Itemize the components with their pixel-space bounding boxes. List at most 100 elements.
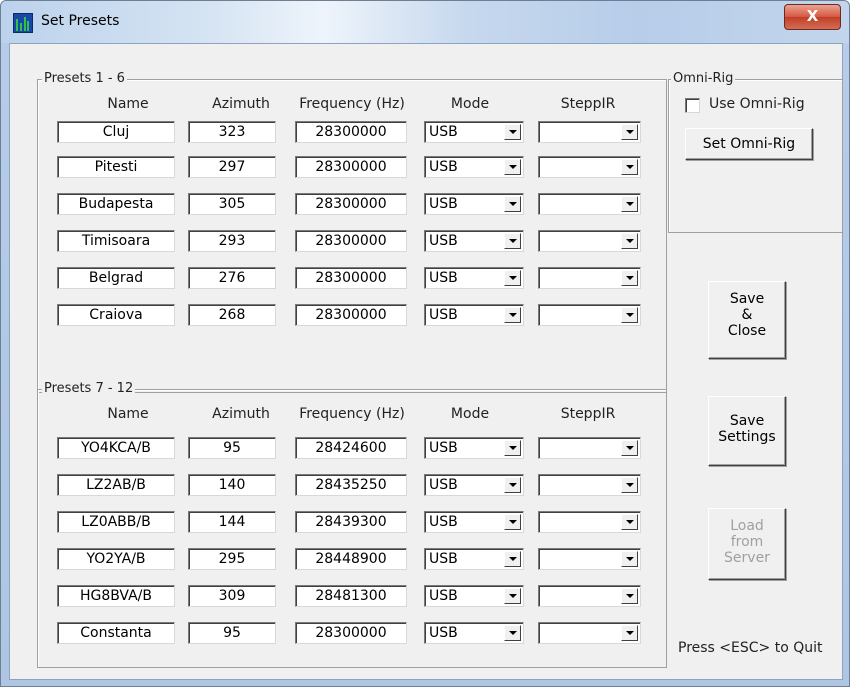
mode-value: USB xyxy=(429,588,458,604)
mode-select[interactable]: USB xyxy=(424,585,524,607)
esc-hint: Press <ESC> to Quit xyxy=(678,640,823,656)
steppir-select[interactable] xyxy=(538,267,641,289)
mode-select[interactable]: USB xyxy=(424,511,524,533)
title-bar[interactable]: Set Presets X xyxy=(1,1,849,43)
steppir-select[interactable] xyxy=(538,230,641,252)
dropdown-arrow-icon[interactable] xyxy=(621,124,638,140)
frequency-input[interactable]: 28300000 xyxy=(295,230,407,252)
steppir-select[interactable] xyxy=(538,622,641,644)
mode-select[interactable]: USB xyxy=(424,548,524,570)
group-title: Presets 7 - 12 xyxy=(42,381,136,396)
azimuth-input[interactable]: 295 xyxy=(188,548,276,570)
steppir-select[interactable] xyxy=(538,511,641,533)
mode-select[interactable]: USB xyxy=(424,474,524,496)
frequency-input[interactable]: 28439300 xyxy=(295,511,407,533)
dropdown-arrow-icon[interactable] xyxy=(504,159,521,175)
name-input[interactable]: LZ2AB/B xyxy=(57,474,175,496)
steppir-select[interactable] xyxy=(538,193,641,215)
mode-select[interactable]: USB xyxy=(424,437,524,459)
dropdown-arrow-icon[interactable] xyxy=(504,233,521,249)
dropdown-arrow-icon[interactable] xyxy=(504,514,521,530)
frequency-input[interactable]: 28424600 xyxy=(295,437,407,459)
mode-select[interactable]: USB xyxy=(424,622,524,644)
mode-select[interactable]: USB xyxy=(424,267,524,289)
mode-select[interactable]: USB xyxy=(424,230,524,252)
azimuth-input[interactable]: 293 xyxy=(188,230,276,252)
azimuth-input[interactable]: 95 xyxy=(188,437,276,459)
dropdown-arrow-icon[interactable] xyxy=(504,477,521,493)
window-title: Set Presets xyxy=(41,13,120,29)
dropdown-arrow-icon[interactable] xyxy=(621,440,638,456)
dropdown-arrow-icon[interactable] xyxy=(504,124,521,140)
mode-select[interactable]: USB xyxy=(424,193,524,215)
name-input[interactable]: Constanta xyxy=(57,622,175,644)
dropdown-arrow-icon[interactable] xyxy=(621,514,638,530)
azimuth-input[interactable]: 144 xyxy=(188,511,276,533)
mode-value: USB xyxy=(429,233,458,249)
mode-value: USB xyxy=(429,514,458,530)
name-input[interactable]: Pitesti xyxy=(57,156,175,178)
dropdown-arrow-icon[interactable] xyxy=(504,625,521,641)
frequency-input[interactable]: 28300000 xyxy=(295,193,407,215)
azimuth-input[interactable]: 297 xyxy=(188,156,276,178)
save-close-button[interactable]: Save & Close xyxy=(708,281,786,359)
mode-value: USB xyxy=(429,440,458,456)
azimuth-input[interactable]: 305 xyxy=(188,193,276,215)
steppir-select[interactable] xyxy=(538,585,641,607)
mode-select[interactable]: USB xyxy=(424,156,524,178)
dropdown-arrow-icon[interactable] xyxy=(621,196,638,212)
name-input[interactable]: Timisoara xyxy=(57,230,175,252)
frequency-input[interactable]: 28300000 xyxy=(295,267,407,289)
name-input[interactable]: Belgrad xyxy=(57,267,175,289)
steppir-select[interactable] xyxy=(538,156,641,178)
steppir-select[interactable] xyxy=(538,548,641,570)
dropdown-arrow-icon[interactable] xyxy=(621,625,638,641)
mode-value: USB xyxy=(429,196,458,212)
frequency-input[interactable]: 28300000 xyxy=(295,622,407,644)
frequency-input[interactable]: 28435250 xyxy=(295,474,407,496)
dropdown-arrow-icon[interactable] xyxy=(621,307,638,323)
use-omni-rig-checkbox[interactable] xyxy=(685,98,700,113)
steppir-select[interactable] xyxy=(538,121,641,143)
name-input[interactable]: Craiova xyxy=(57,304,175,326)
dropdown-arrow-icon[interactable] xyxy=(504,270,521,286)
steppir-select[interactable] xyxy=(538,437,641,459)
dropdown-arrow-icon[interactable] xyxy=(504,551,521,567)
dropdown-arrow-icon[interactable] xyxy=(621,233,638,249)
group-title: Omni-Rig xyxy=(671,71,736,86)
name-input[interactable]: Budapesta xyxy=(57,193,175,215)
frequency-input[interactable]: 28300000 xyxy=(295,156,407,178)
mode-value: USB xyxy=(429,625,458,641)
steppir-select[interactable] xyxy=(538,474,641,496)
dropdown-arrow-icon[interactable] xyxy=(621,159,638,175)
dropdown-arrow-icon[interactable] xyxy=(621,270,638,286)
azimuth-input[interactable]: 95 xyxy=(188,622,276,644)
azimuth-input[interactable]: 323 xyxy=(188,121,276,143)
close-button[interactable]: X xyxy=(784,4,841,30)
dropdown-arrow-icon[interactable] xyxy=(621,551,638,567)
dropdown-arrow-icon[interactable] xyxy=(504,307,521,323)
azimuth-input[interactable]: 140 xyxy=(188,474,276,496)
azimuth-input[interactable]: 276 xyxy=(188,267,276,289)
set-omni-rig-button[interactable]: Set Omni-Rig xyxy=(685,128,813,160)
dropdown-arrow-icon[interactable] xyxy=(504,196,521,212)
frequency-input[interactable]: 28448900 xyxy=(295,548,407,570)
mode-select[interactable]: USB xyxy=(424,304,524,326)
name-input[interactable]: Cluj xyxy=(57,121,175,143)
azimuth-input[interactable]: 268 xyxy=(188,304,276,326)
dropdown-arrow-icon[interactable] xyxy=(504,440,521,456)
steppir-select[interactable] xyxy=(538,304,641,326)
frequency-input[interactable]: 28300000 xyxy=(295,121,407,143)
frequency-input[interactable]: 28300000 xyxy=(295,304,407,326)
name-input[interactable]: YO4KCA/B xyxy=(57,437,175,459)
azimuth-input[interactable]: 309 xyxy=(188,585,276,607)
dropdown-arrow-icon[interactable] xyxy=(621,477,638,493)
frequency-input[interactable]: 28481300 xyxy=(295,585,407,607)
name-input[interactable]: YO2YA/B xyxy=(57,548,175,570)
mode-select[interactable]: USB xyxy=(424,121,524,143)
name-input[interactable]: HG8BVA/B xyxy=(57,585,175,607)
dropdown-arrow-icon[interactable] xyxy=(504,588,521,604)
name-input[interactable]: LZ0ABB/B xyxy=(57,511,175,533)
dropdown-arrow-icon[interactable] xyxy=(621,588,638,604)
save-settings-button[interactable]: Save Settings xyxy=(708,396,786,466)
